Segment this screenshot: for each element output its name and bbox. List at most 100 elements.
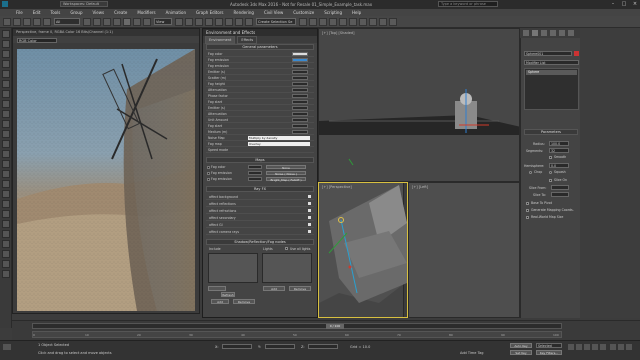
- fx-checkbox[interactable]: [308, 209, 311, 212]
- add-include-button[interactable]: Add: [211, 299, 229, 304]
- rotate-icon[interactable]: [133, 17, 141, 26]
- menu-help[interactable]: Help: [352, 10, 361, 15]
- motion-tab-icon[interactable]: [550, 30, 556, 36]
- create-tab-icon[interactable]: [523, 30, 529, 36]
- menu-file[interactable]: File: [16, 10, 23, 15]
- menu-modifiers[interactable]: Modifiers: [137, 10, 155, 15]
- named-selection-sets-dropdown[interactable]: Create Selection Se: [256, 18, 296, 25]
- menu-animation[interactable]: Animation: [166, 10, 186, 15]
- schematic-view-icon[interactable]: [349, 17, 357, 26]
- y-coord-field[interactable]: [265, 344, 295, 349]
- map-amount-spinner[interactable]: [248, 171, 262, 175]
- param-spinner[interactable]: [292, 106, 308, 110]
- rect-selection-icon[interactable]: [103, 17, 111, 26]
- display-tab-icon[interactable]: [559, 30, 565, 36]
- rendered-frame-window-icon[interactable]: [379, 17, 387, 26]
- tab-environment[interactable]: Environment: [205, 35, 236, 44]
- snaps-toggle-icon[interactable]: [205, 17, 213, 26]
- param-spinner[interactable]: [292, 118, 308, 122]
- param-spinner[interactable]: [292, 100, 308, 104]
- menu-civil-view[interactable]: Civil View: [264, 10, 283, 15]
- reference-coord-dropdown[interactable]: View: [154, 18, 172, 25]
- select-side-icon[interactable]: [2, 40, 10, 48]
- map-button[interactable]: Bright_Map ( Falloff ): [266, 177, 306, 182]
- menu-edit[interactable]: Edit: [33, 10, 41, 15]
- pick-button[interactable]: [208, 286, 226, 291]
- select-manipulate-icon[interactable]: [185, 17, 193, 26]
- scale-icon[interactable]: [143, 17, 151, 26]
- refresh-button[interactable]: Refresh: [221, 292, 235, 297]
- play-icon[interactable]: [584, 344, 590, 350]
- fog-color-swatch[interactable]: [292, 52, 308, 56]
- viewport-active[interactable]: [318, 182, 408, 318]
- key-filters-button[interactable]: Key Filters...: [536, 350, 562, 355]
- sort-side-icon[interactable]: [2, 200, 10, 208]
- object-name-field[interactable]: Sphere001: [524, 51, 572, 56]
- segments-spinner[interactable]: 32: [549, 148, 569, 153]
- lights-side-icon[interactable]: [2, 90, 10, 98]
- param-spinner[interactable]: [292, 82, 308, 86]
- modifier-stack-item[interactable]: Sphere: [526, 70, 577, 75]
- base-to-pivot-checkbox[interactable]: [526, 202, 529, 205]
- slice-to-spinner[interactable]: [551, 192, 569, 197]
- menu-views[interactable]: Views: [93, 10, 105, 15]
- undo-icon[interactable]: [3, 17, 11, 26]
- pan-icon[interactable]: [618, 344, 624, 350]
- app-logo-icon[interactable]: [2, 1, 8, 7]
- render-setup-icon[interactable]: [369, 17, 377, 26]
- maxscript-listener-icon[interactable]: [3, 344, 11, 350]
- param-spinner[interactable]: [292, 76, 308, 80]
- pivot-center-icon[interactable]: [175, 17, 183, 26]
- maps-header[interactable]: Maps: [206, 157, 314, 163]
- menu-create[interactable]: Create: [114, 10, 127, 15]
- lock-side-icon[interactable]: [2, 240, 10, 248]
- geometry-side-icon[interactable]: [2, 70, 10, 78]
- groups-side-icon[interactable]: [2, 130, 10, 138]
- param-spinner[interactable]: [292, 88, 308, 92]
- select-by-name-icon[interactable]: [93, 17, 101, 26]
- parameters-header[interactable]: Parameters: [524, 129, 578, 135]
- slice-from-spinner[interactable]: [551, 185, 569, 190]
- cameras-side-icon[interactable]: [2, 100, 10, 108]
- use-all-lights-checkbox[interactable]: [285, 247, 288, 250]
- fog-map-dropdown[interactable]: Overlay: [248, 142, 310, 146]
- menu-group[interactable]: Group: [70, 10, 82, 15]
- containers-side-icon[interactable]: [2, 160, 10, 168]
- param-spinner[interactable]: [292, 130, 308, 134]
- ray-fx-header[interactable]: Ray FX: [206, 186, 314, 192]
- select-object-icon[interactable]: [83, 17, 91, 26]
- edit-named-sets-icon[interactable]: [245, 17, 253, 26]
- menu-scripting[interactable]: Scripting: [324, 10, 342, 15]
- menu-graph-editors[interactable]: Graph Editors: [196, 10, 223, 15]
- render-production-icon[interactable]: [389, 17, 397, 26]
- unlink-icon[interactable]: [33, 17, 41, 26]
- set-key-button[interactable]: Set Key: [510, 350, 532, 355]
- map-button[interactable]: Noise ( Noise ): [266, 171, 306, 176]
- remove-include-button[interactable]: Remove: [233, 299, 255, 304]
- close-button[interactable]: ×: [630, 1, 640, 7]
- hierarchy-side-icon[interactable]: [2, 230, 10, 238]
- map-amount-spinner[interactable]: [248, 177, 262, 181]
- map-amount-spinner[interactable]: [248, 165, 262, 169]
- map-checkbox[interactable]: [207, 166, 210, 169]
- spacewarps-side-icon[interactable]: [2, 120, 10, 128]
- fx-row[interactable]: affect camera rays: [206, 228, 314, 235]
- object-color-swatch[interactable]: [574, 51, 579, 56]
- layers-side-icon[interactable]: [2, 220, 10, 228]
- layer-explorer-icon[interactable]: [319, 17, 327, 26]
- link-icon[interactable]: [23, 17, 31, 26]
- hide-side-icon[interactable]: [2, 180, 10, 188]
- general-params-header[interactable]: General parameters: [206, 44, 314, 50]
- go-to-end-icon[interactable]: [600, 344, 606, 350]
- previous-frame-icon[interactable]: [576, 344, 582, 350]
- menu-tools[interactable]: Tools: [50, 10, 60, 15]
- time-slider-thumb[interactable]: 0 / 100: [326, 324, 344, 329]
- viewport-label[interactable]: [+] [Top] [Shaded]: [322, 31, 354, 35]
- filter-side-icon[interactable]: [2, 60, 10, 68]
- expand-side-icon[interactable]: [2, 260, 10, 268]
- x-coord-field[interactable]: [222, 344, 252, 349]
- channel-dropdown[interactable]: RGB Color: [17, 38, 57, 43]
- orbit-icon[interactable]: [626, 344, 632, 350]
- slice-on-checkbox[interactable]: [549, 179, 552, 182]
- chop-radio[interactable]: [529, 171, 532, 174]
